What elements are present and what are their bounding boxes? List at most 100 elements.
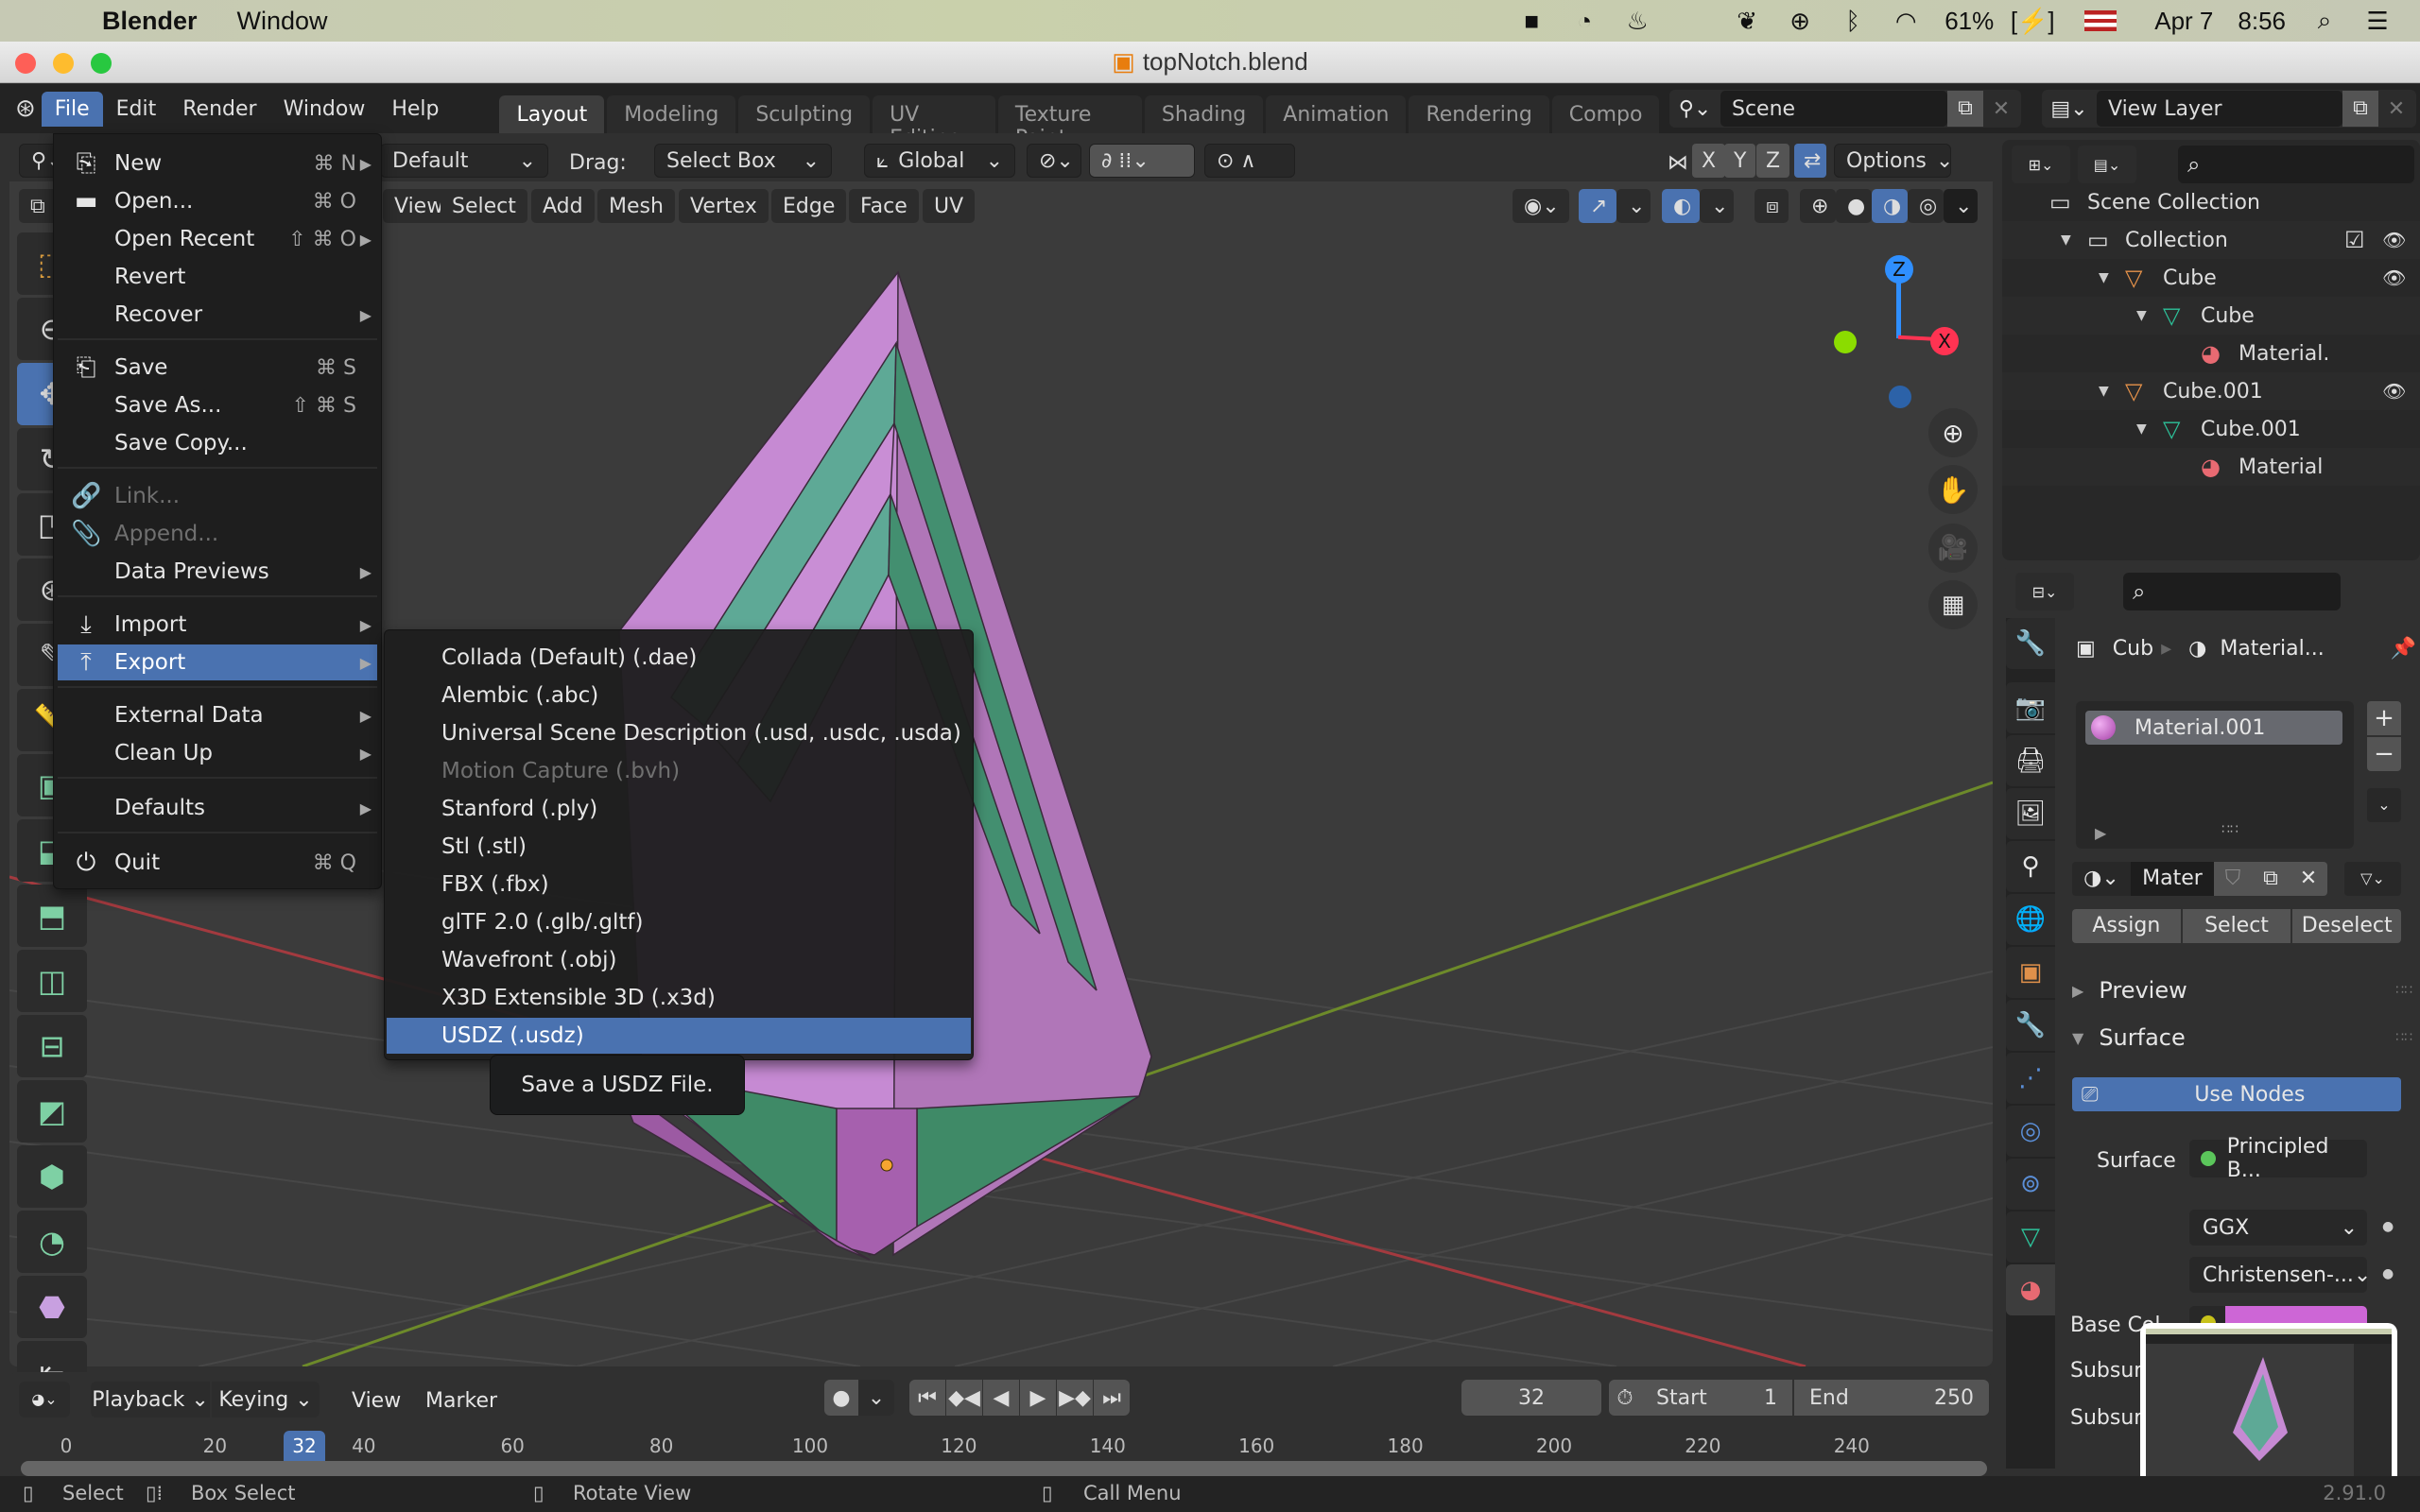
knife-tool-icon[interactable]: ◩ bbox=[17, 1080, 87, 1143]
playhead-frame-indicator[interactable]: 32 bbox=[284, 1431, 325, 1461]
file-menu-item-clean-up[interactable]: Clean Up ▶ bbox=[58, 735, 377, 771]
export-item-collada[interactable]: Collada (Default) (.dae) bbox=[387, 640, 971, 676]
export-item-stl[interactable]: Stl (.stl) bbox=[387, 829, 971, 865]
export-item-wavefront[interactable]: Wavefront (.obj) bbox=[387, 942, 971, 978]
use-nodes-button[interactable]: ⎚ Use Nodes bbox=[2072, 1077, 2401, 1111]
properties-search-input[interactable]: ⌕ bbox=[2123, 573, 2341, 610]
menu-select[interactable]: Select bbox=[441, 189, 527, 223]
unlink-material-icon[interactable]: ✕ bbox=[2290, 862, 2327, 896]
new-view-layer-icon[interactable]: ⧉ bbox=[2342, 91, 2378, 127]
fake-user-shield-icon[interactable]: ⛉ bbox=[2214, 862, 2252, 896]
malwarebytes-icon[interactable]: ❦ bbox=[1733, 7, 1761, 35]
distribution-dropdown[interactable]: GGX ⌄ bbox=[2189, 1210, 2367, 1246]
mirror-icon[interactable]: ⋈ bbox=[1668, 151, 1688, 175]
menu-uv[interactable]: UV bbox=[923, 189, 976, 223]
menu-window[interactable]: Window bbox=[270, 92, 379, 127]
inset-faces-tool-icon[interactable]: ⬒ bbox=[17, 885, 87, 947]
mac-menu-window[interactable]: Window bbox=[237, 7, 328, 36]
gizmo-z-axis[interactable]: Z bbox=[1885, 255, 1913, 284]
export-item-stanford[interactable]: Stanford (.ply) bbox=[387, 791, 971, 827]
proportional-edit-toggle[interactable]: ⊙ ∧ bbox=[1204, 144, 1295, 178]
add-material-slot-button[interactable]: + bbox=[2367, 701, 2401, 735]
file-menu-item-data-previews[interactable]: Data Previews ▶ bbox=[58, 554, 377, 590]
eye-visibility-icon[interactable]: 👁 bbox=[2382, 266, 2406, 289]
mirror-x-button[interactable]: X bbox=[1692, 144, 1726, 178]
close-window-button[interactable] bbox=[15, 53, 36, 74]
tab-shading[interactable]: Shading bbox=[1144, 95, 1264, 133]
select-button[interactable]: Select bbox=[2182, 909, 2291, 943]
spin-tool-icon[interactable]: ◔ bbox=[17, 1211, 87, 1273]
file-menu-item-export[interactable]: ⤒ Export ▶ bbox=[58, 644, 377, 680]
wifi-icon[interactable]: ◠ bbox=[1892, 7, 1920, 35]
gizmo-y-negative[interactable] bbox=[1834, 331, 1857, 353]
pan-view-hand-icon[interactable]: ✋ bbox=[1928, 465, 1978, 514]
file-menu-item-save-as[interactable]: Save As... ⇧ ⌘ S bbox=[58, 387, 377, 423]
file-menu-item-import[interactable]: ⤓ Import ▶ bbox=[58, 607, 377, 643]
eye-visibility-icon[interactable]: 👁 bbox=[2382, 380, 2406, 403]
snap-toggle[interactable]: ∂ ⁞⁞⌄ bbox=[1089, 144, 1195, 178]
camera-view-icon[interactable]: 🎥 bbox=[1928, 524, 1978, 573]
export-item-alembic[interactable]: Alembic (.abc) bbox=[387, 678, 971, 713]
file-menu-item-open-recent[interactable]: Open Recent ⇧ ⌘ O ▶ bbox=[58, 221, 377, 257]
file-menu-item-recover[interactable]: Recover ▶ bbox=[58, 297, 377, 333]
remove-material-slot-button[interactable]: − bbox=[2367, 737, 2401, 771]
outliner-row[interactable]: ▭ Scene Collection bbox=[2002, 183, 2420, 221]
material-tab-icon[interactable]: ◕ bbox=[2006, 1264, 2055, 1315]
file-menu-item-save-copy[interactable]: Save Copy... bbox=[58, 425, 377, 461]
view-layer-tab-icon[interactable]: 🖼 bbox=[2006, 788, 2055, 839]
tab-texture-paint[interactable]: Texture Paint bbox=[997, 95, 1142, 133]
app-name-menu[interactable]: Blender bbox=[102, 7, 198, 36]
new-scene-icon[interactable]: ⧉ bbox=[1947, 91, 1983, 127]
modifier-tab-icon[interactable]: 🔧 bbox=[2006, 1000, 2055, 1051]
mirror-y-button[interactable]: Y bbox=[1724, 144, 1756, 178]
ortho-grid-icon[interactable]: ▦ bbox=[1928, 580, 1978, 629]
file-menu-item-quit[interactable]: ⏻ Quit ⌘ Q bbox=[58, 845, 377, 881]
tab-layout[interactable]: Layout bbox=[499, 95, 605, 133]
control-center-icon[interactable]: ☰ bbox=[2363, 7, 2392, 35]
accessibility-icon[interactable]: ⊕ bbox=[1786, 7, 1814, 35]
us-flag-input-icon[interactable] bbox=[2084, 10, 2118, 31]
minimize-window-button[interactable] bbox=[53, 53, 74, 74]
export-item-gltf-2-0[interactable]: glTF 2.0 (.glb/.gltf) bbox=[387, 904, 971, 940]
slot-specials-dropdown[interactable]: ⌄ bbox=[2367, 788, 2401, 822]
remove-scene-icon[interactable]: ✕ bbox=[1983, 97, 2019, 121]
disclosure-triangle-icon[interactable]: ▼ bbox=[2099, 270, 2109, 285]
options-dropdown[interactable]: Options ⌄ bbox=[1834, 144, 1953, 178]
filter-expand-icon[interactable]: ▶ bbox=[2095, 824, 2106, 842]
solid-shading-button[interactable]: ● bbox=[1836, 189, 1872, 223]
gizmo-dropdown[interactable]: ⌄ bbox=[1616, 189, 1651, 223]
outliner-row[interactable]: ▼ ▽ Cube.001 bbox=[2002, 410, 2420, 448]
shading-options-dropdown[interactable]: ⌄ bbox=[1944, 189, 1978, 223]
view-layer-icon[interactable]: ▤⌄ bbox=[2042, 97, 2097, 121]
disclosure-triangle-icon[interactable]: ▼ bbox=[2136, 308, 2147, 323]
tab-compositing[interactable]: Compo bbox=[1551, 95, 1660, 133]
tab-sculpting[interactable]: Sculpting bbox=[738, 95, 871, 133]
maximize-window-button[interactable] bbox=[91, 53, 112, 74]
bluetooth-icon[interactable]: ᛒ bbox=[1839, 7, 1867, 35]
outliner-search-input[interactable]: ⌕ bbox=[2178, 146, 2414, 183]
export-item-motion-capture[interactable]: Motion Capture (.bvh) bbox=[387, 753, 971, 789]
menu-render[interactable]: Render bbox=[169, 92, 269, 127]
outliner-row[interactable]: ▼ ▽ Cube bbox=[2002, 297, 2420, 335]
tab-uv-editing[interactable]: UV Editing bbox=[873, 95, 995, 133]
menu-help[interactable]: Help bbox=[378, 92, 452, 127]
tab-modeling[interactable]: Modeling bbox=[607, 95, 736, 133]
physics-tab-icon[interactable]: ◎ bbox=[2006, 1106, 2055, 1157]
smooth-tool-icon[interactable]: ⬣ bbox=[17, 1276, 87, 1338]
zoom-icon[interactable]: ■ bbox=[1517, 7, 1546, 35]
loop-cut-tool-icon[interactable]: ⊟ bbox=[17, 1015, 87, 1077]
menu-add[interactable]: Add bbox=[531, 189, 595, 223]
xray-toggle[interactable]: ⧈ bbox=[1754, 189, 1789, 223]
zoom-view-icon[interactable]: ⊕ bbox=[1928, 408, 1978, 457]
overlay-toggle[interactable]: ◐ bbox=[1662, 189, 1700, 223]
gizmo-z-negative[interactable] bbox=[1889, 386, 1911, 408]
drag-dropdown[interactable]: Select Box ⌄ bbox=[654, 144, 832, 178]
deselect-button[interactable]: Deselect bbox=[2292, 909, 2402, 943]
exclude-checkbox[interactable]: ☑ bbox=[2344, 227, 2365, 253]
poly-build-tool-icon[interactable]: ⬢ bbox=[17, 1145, 87, 1208]
view-layer-field[interactable]: View Layer bbox=[2097, 91, 2342, 127]
file-menu-item-defaults[interactable]: Defaults ▶ bbox=[58, 790, 377, 826]
disclosure-triangle-icon[interactable]: ▼ bbox=[2099, 384, 2109, 399]
link-type-dropdown[interactable]: ▽⌄ bbox=[2344, 862, 2401, 896]
disclosure-triangle-icon[interactable]: ▼ bbox=[2136, 421, 2147, 437]
